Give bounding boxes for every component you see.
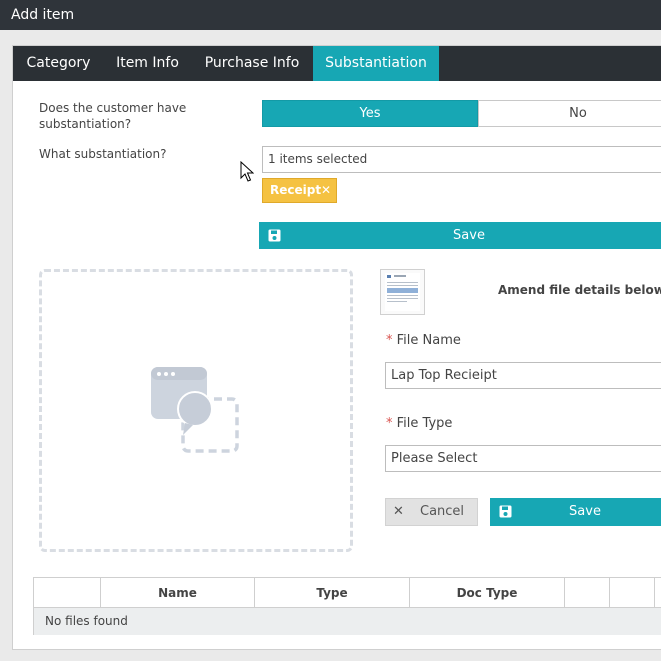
files-table: Name Type Doc Type No files found [33, 577, 661, 635]
required-marker: * [386, 416, 393, 431]
file-name-label: * File Name [386, 333, 461, 349]
close-icon: ✕ [393, 504, 404, 519]
column-header-action-1 [565, 578, 610, 608]
window-title: Add item [0, 0, 661, 30]
upload-placeholder-icon [151, 367, 239, 453]
save-file-button-label: Save [569, 504, 601, 519]
column-header-type[interactable]: Type [255, 578, 410, 608]
amend-details-heading: Amend file details below. [498, 283, 661, 297]
column-header-name[interactable]: Name [101, 578, 255, 608]
substantiation-multiselect[interactable]: 1 items selected [262, 146, 661, 173]
cancel-button[interactable]: ✕ Cancel [385, 498, 478, 526]
no-toggle[interactable]: No [478, 100, 661, 127]
files-table-header: Name Type Doc Type [34, 578, 661, 608]
column-header-select [34, 578, 101, 608]
file-name-input[interactable]: Lap Top Recieipt [385, 362, 661, 389]
file-type-select[interactable]: Please Select [385, 445, 661, 472]
tab-bar: Category Item Info Purchase Info Substan… [13, 46, 661, 81]
save-file-button[interactable]: Save [490, 498, 661, 526]
column-header-action-2 [610, 578, 655, 608]
file-dropzone[interactable] [39, 269, 353, 552]
file-thumbnail [380, 269, 425, 315]
substantiation-question-label: Does the customer have substantiation? [39, 101, 187, 131]
column-header-action-3 [655, 578, 661, 608]
document-preview-icon [385, 273, 420, 311]
file-name-label-text: File Name [396, 333, 461, 348]
file-type-label-text: File Type [396, 416, 453, 431]
tab-substantiation[interactable]: Substantiation [313, 46, 439, 81]
mouse-pointer-icon [240, 161, 254, 182]
file-type-label: * File Type [386, 416, 452, 432]
tab-category[interactable]: Category [13, 46, 104, 81]
empty-table-message: No files found [34, 608, 661, 635]
receipt-chip[interactable]: Receipt ✕ [262, 178, 337, 203]
what-substantiation-label: What substantiation? [39, 147, 167, 161]
save-button-label: Save [453, 228, 485, 243]
column-header-doc-type[interactable]: Doc Type [410, 578, 565, 608]
yes-toggle[interactable]: Yes [262, 100, 478, 127]
save-substantiation-button[interactable]: Save [259, 222, 661, 249]
add-item-panel: Category Item Info Purchase Info Substan… [12, 45, 661, 650]
cancel-button-label: Cancel [420, 504, 465, 519]
remove-chip-icon[interactable]: ✕ [321, 179, 331, 202]
tab-item-info[interactable]: Item Info [104, 46, 191, 81]
tab-purchase-info[interactable]: Purchase Info [191, 46, 313, 81]
required-marker: * [386, 333, 393, 348]
chip-label: Receipt [270, 183, 322, 197]
